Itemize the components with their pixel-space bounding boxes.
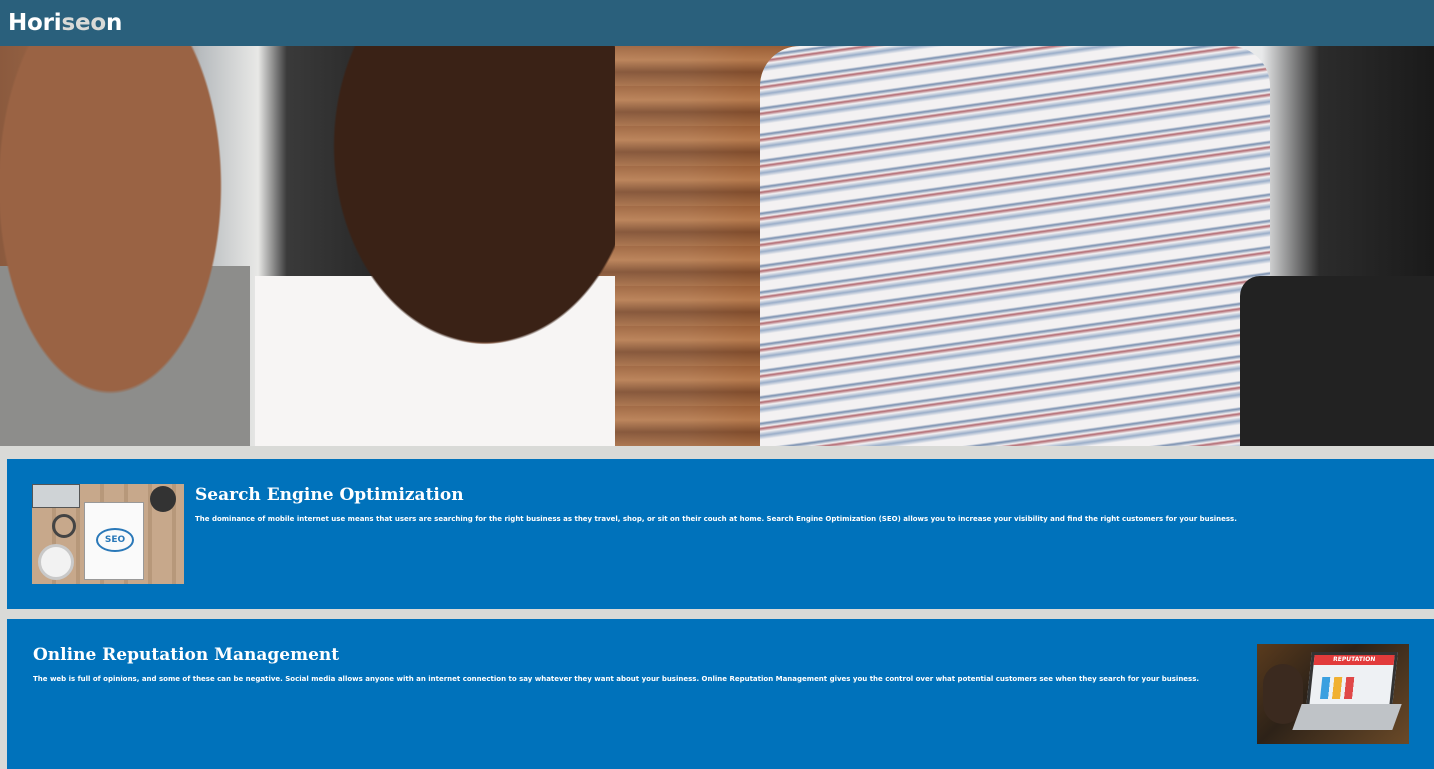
seo-content: Search Engine Optimization The dominance… (195, 484, 1414, 524)
reputation-thumbnail: REPUTATION (1257, 644, 1409, 744)
logo-text-n: n (105, 10, 123, 36)
seo-section: SEO Search Engine Optimization The domin… (7, 459, 1434, 609)
seo-image: SEO (32, 484, 184, 584)
rep-thumb-screen: REPUTATION (1306, 652, 1398, 708)
seo-thumb-laptop (32, 484, 80, 508)
site-header: Horiseon (0, 0, 1434, 46)
pen-holder-icon (150, 486, 176, 512)
rep-thumb-banner: REPUTATION (1313, 655, 1395, 665)
hero-chair (1240, 276, 1434, 446)
reputation-image: REPUTATION (1257, 644, 1409, 744)
seo-body: The dominance of mobile internet use mea… (195, 515, 1237, 523)
seo-thumbnail: SEO (32, 484, 184, 584)
reputation-title: Online Reputation Management (33, 645, 340, 665)
seo-title: Search Engine Optimization (195, 485, 464, 505)
coffee-cup-icon (38, 544, 74, 580)
rep-thumb-keyboard (1292, 704, 1402, 730)
bar-chart-icon (1320, 677, 1363, 699)
reputation-body: The web is full of opinions, and some of… (33, 675, 1200, 683)
hero-person-right (760, 46, 1270, 446)
seo-thumb-bubble: SEO (96, 528, 134, 552)
logo-text-hori: Hori (8, 10, 62, 36)
logo-text-seo: seo (61, 10, 106, 36)
reputation-content: Online Reputation Management The web is … (33, 644, 1234, 684)
site-logo[interactable]: Horiseon (8, 10, 122, 36)
hero-person-middle (255, 46, 615, 446)
hero-person-left (0, 46, 250, 446)
reputation-section: Online Reputation Management The web is … (7, 619, 1434, 769)
magnifier-icon (52, 514, 76, 538)
hero-image (0, 46, 1434, 446)
